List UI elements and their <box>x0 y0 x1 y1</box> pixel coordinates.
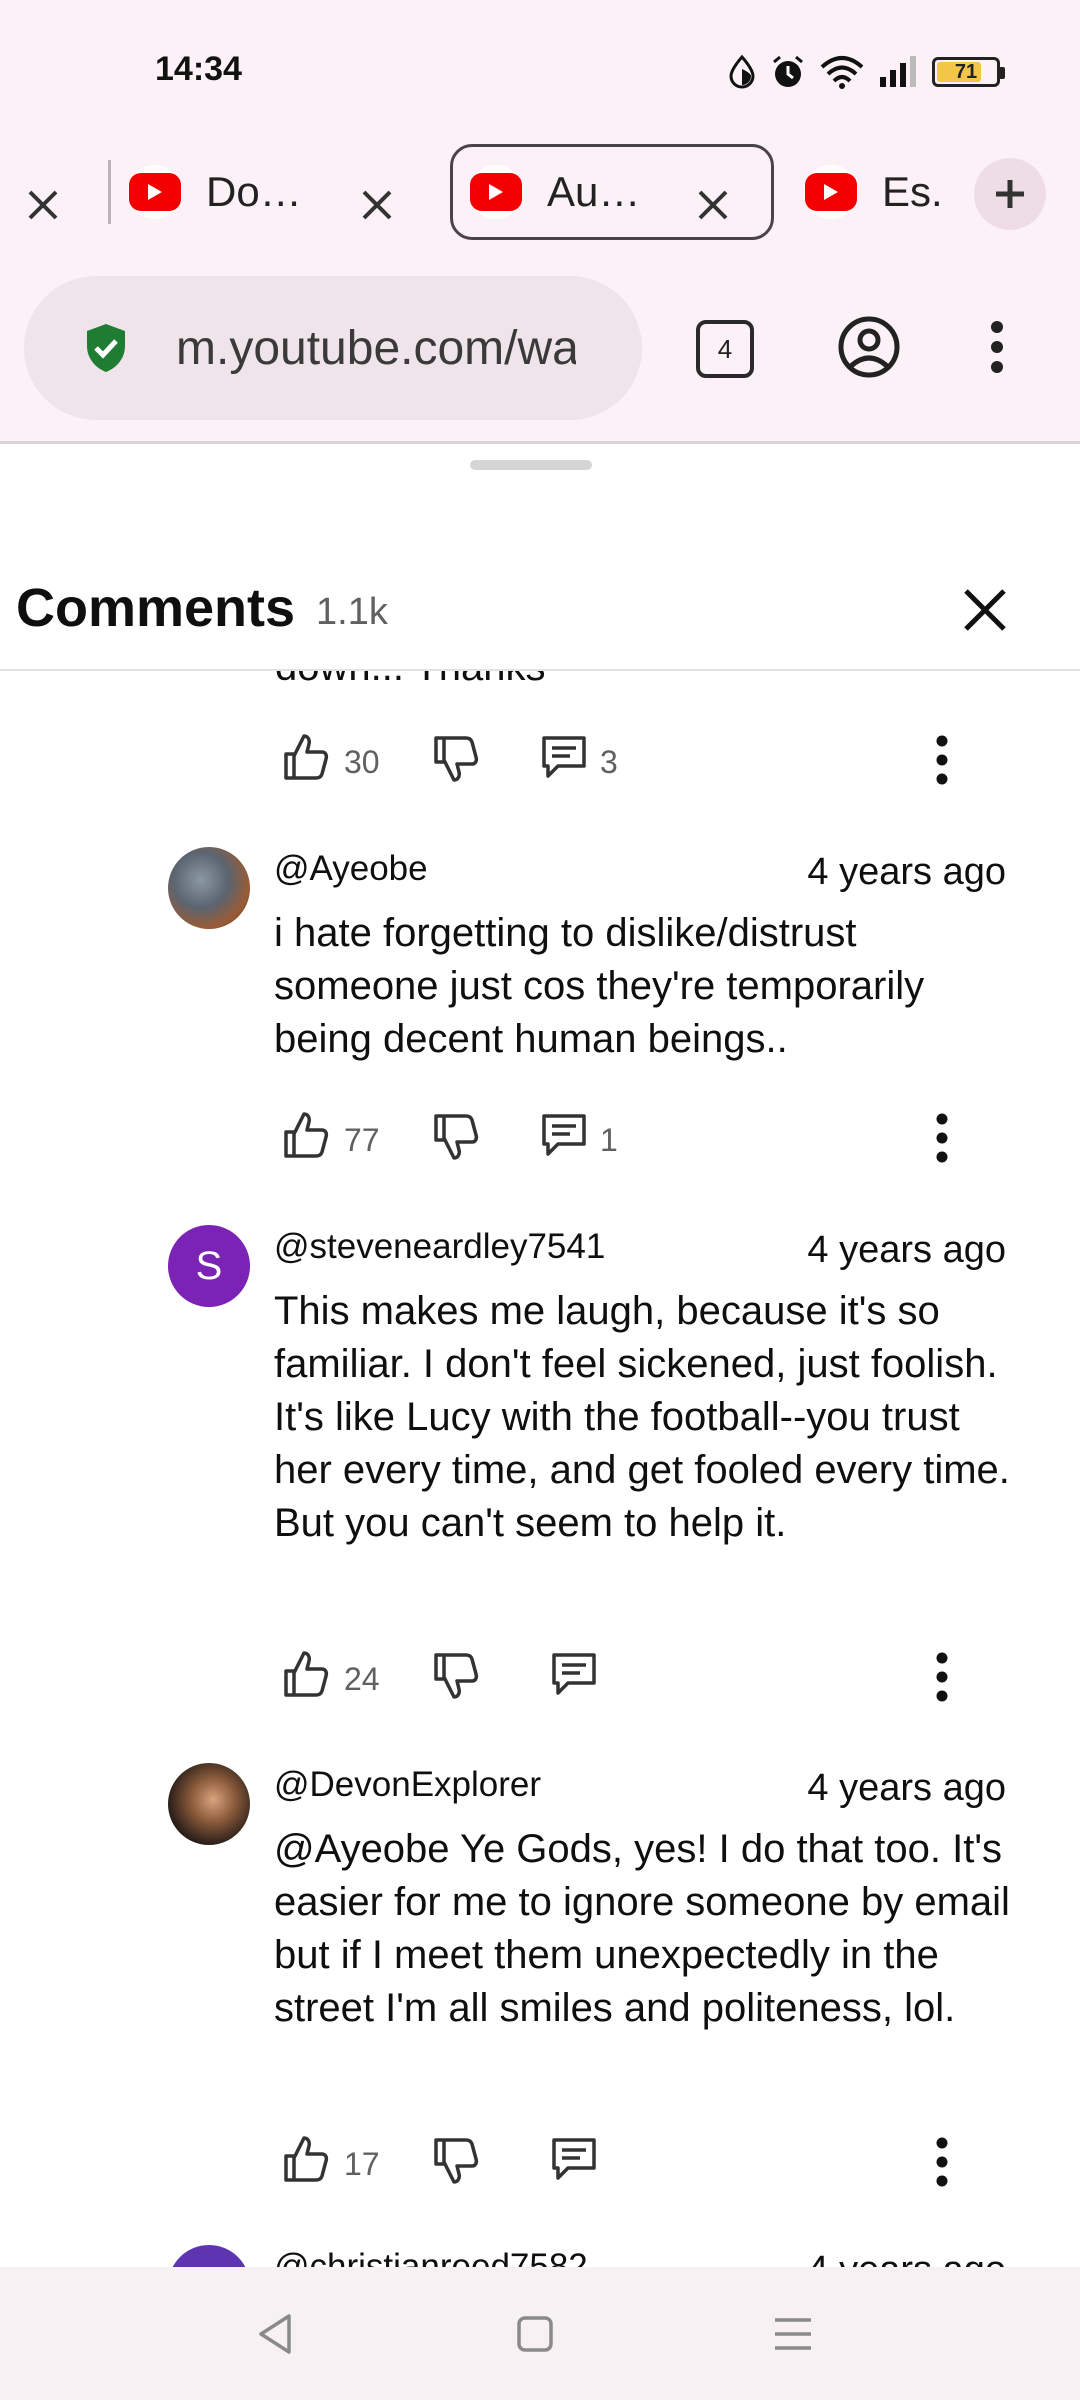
youtube-icon <box>469 165 523 219</box>
address-bar[interactable]: m.youtube.com/watch <box>24 276 642 420</box>
alarm-icon <box>773 55 803 87</box>
comments-header: Comments 1.1k <box>0 485 1080 671</box>
avatar[interactable]: S <box>168 1225 250 1307</box>
comment-actions: 17 <box>282 2122 982 2202</box>
tab-title: Es. <box>882 168 943 215</box>
close-comments-button[interactable] <box>950 575 1020 645</box>
tab-count: 4 <box>717 333 733 364</box>
avatar[interactable] <box>168 2245 250 2267</box>
comment-actions: 30 3 <box>282 720 982 800</box>
account-icon <box>838 316 900 378</box>
youtube-icon <box>128 165 182 219</box>
close-icon <box>698 190 728 220</box>
comments-count: 1.1k <box>316 591 388 633</box>
battery-level: 71 <box>954 60 978 83</box>
comment-menu-button[interactable] <box>922 1645 962 1709</box>
system-nav-bar <box>0 2267 1080 2400</box>
comment-menu-button[interactable] <box>922 728 962 792</box>
like-icon[interactable] <box>282 2134 329 2184</box>
drag-handle[interactable] <box>470 460 592 470</box>
comment-actions: 24 <box>282 1637 982 1717</box>
like-count: 30 <box>344 744 380 780</box>
more-vert-icon <box>936 2137 948 2187</box>
battery-icon: 71 <box>932 57 1005 87</box>
comment-time: 4 years ago <box>807 1767 1006 1809</box>
tab-switcher-button[interactable]: 4 <box>696 320 754 378</box>
account-button[interactable] <box>834 312 904 382</box>
recents-button[interactable] <box>760 2301 826 2367</box>
like-icon[interactable] <box>282 1110 329 1160</box>
avatar-letter: S <box>195 1243 223 1288</box>
comment-actions: 77 1 <box>282 1098 982 1178</box>
comment-author[interactable]: @Ayeobe <box>274 849 428 889</box>
close-icon <box>28 190 58 220</box>
wifi-icon <box>820 56 864 89</box>
data-saver-icon <box>729 54 755 89</box>
close-tab-button[interactable] <box>352 180 402 230</box>
comment-time: 4 years ago <box>807 2249 1006 2267</box>
plus-icon <box>996 180 1024 208</box>
dislike-icon[interactable] <box>432 1112 479 1162</box>
comment-author[interactable]: @christianreed7582 <box>274 2247 588 2267</box>
more-vert-icon <box>991 321 1003 373</box>
back-icon <box>259 2314 291 2354</box>
comment-text: This makes me laugh, because it's so fam… <box>274 1289 1010 1545</box>
more-vert-icon <box>936 735 948 785</box>
new-tab-button[interactable] <box>974 158 1046 230</box>
comments-title: Comments <box>16 578 296 638</box>
url-text: m.youtube.com/watch <box>176 321 576 375</box>
clock: 14:34 <box>155 50 242 88</box>
youtube-icon <box>804 165 858 219</box>
browser-toolbar: m.youtube.com/watch 4 <box>0 272 1080 444</box>
dislike-icon[interactable] <box>432 2136 479 2186</box>
like-count: 17 <box>344 2146 380 2182</box>
shield-check-icon <box>87 324 125 372</box>
comment-text: @Ayeobe Ye Gods, yes! I do that too. It'… <box>274 1827 1010 2030</box>
comment-menu-button[interactable] <box>922 1106 962 1170</box>
like-count: 24 <box>344 1661 380 1697</box>
tab-divider <box>108 160 111 224</box>
reply-icon[interactable] <box>550 1651 598 1697</box>
status-icons: 71 <box>728 52 1005 92</box>
comment-time: 4 years ago <box>807 851 1006 893</box>
avatar[interactable] <box>168 1763 250 1845</box>
close-icon <box>362 190 392 220</box>
reply-icon[interactable] <box>540 1112 588 1158</box>
more-vert-icon <box>936 1652 948 1702</box>
reply-icon[interactable] <box>540 734 588 780</box>
comment-author[interactable]: @DevonExplorer <box>274 1765 541 1805</box>
tab-3[interactable]: Es. <box>804 144 954 240</box>
close-tab-button[interactable] <box>688 180 738 230</box>
home-button[interactable] <box>502 2301 568 2367</box>
avatar[interactable] <box>168 847 250 929</box>
dislike-icon[interactable] <box>432 1651 479 1701</box>
browser-menu-button[interactable] <box>962 312 1032 382</box>
status-bar: 14:34 71 <box>0 0 1080 140</box>
menu-icon <box>775 2318 811 2350</box>
like-icon[interactable] <box>282 732 329 782</box>
comment-item-partial: @christianreed7582 4 years ago <box>0 2245 1080 2267</box>
close-tab-button[interactable] <box>18 180 68 230</box>
like-icon[interactable] <box>282 1649 329 1699</box>
like-count: 77 <box>344 1122 380 1158</box>
close-icon <box>964 589 1006 631</box>
tab-title: Do… <box>206 168 302 215</box>
reply-icon[interactable] <box>550 2136 598 2182</box>
reply-count: 1 <box>600 1122 618 1158</box>
back-button[interactable] <box>242 2301 308 2367</box>
reply-count: 3 <box>600 744 618 780</box>
comments-sheet: Comments 1.1k down... Thanks 30 3 <box>0 445 1080 2267</box>
comment-menu-button[interactable] <box>922 2130 962 2194</box>
more-vert-icon <box>936 1113 948 1163</box>
comment-time: 4 years ago <box>807 1229 1006 1271</box>
comment-text: i hate forgetting to dislike/distrust so… <box>274 911 925 1061</box>
dislike-icon[interactable] <box>432 734 479 784</box>
home-icon <box>517 2316 553 2352</box>
tab-strip: Do… Au… Es. <box>0 140 1080 272</box>
comment-author[interactable]: @steveneardley7541 <box>274 1227 605 1267</box>
tab-title: Au… <box>547 168 641 215</box>
signal-icon <box>880 56 916 87</box>
